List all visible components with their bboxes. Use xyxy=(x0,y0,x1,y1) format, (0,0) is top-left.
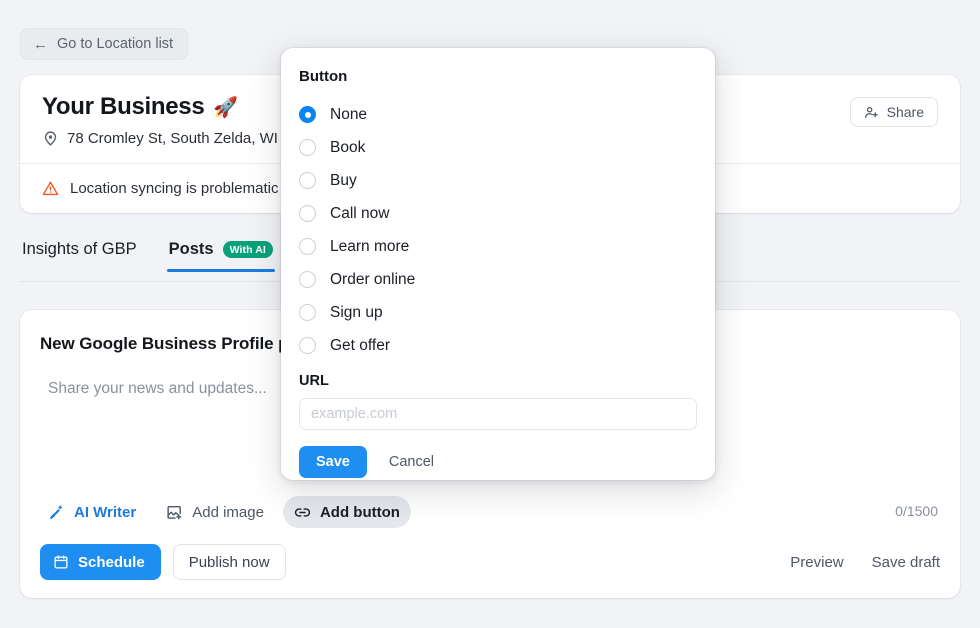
link-chain-icon xyxy=(294,507,311,517)
radio-option-book[interactable]: Book xyxy=(299,131,697,164)
radio-label: Order online xyxy=(330,270,416,288)
publish-now-button[interactable]: Publish now xyxy=(172,544,286,580)
radio-label: None xyxy=(330,105,368,123)
add-button-button[interactable]: Add button xyxy=(282,496,411,528)
ai-writer-button[interactable]: AI Writer xyxy=(40,496,147,528)
radio-option-learn-more[interactable]: Learn more xyxy=(299,230,697,263)
radio-indicator xyxy=(299,106,316,123)
add-image-button[interactable]: Add image xyxy=(155,496,275,528)
back-button-label: Go to Location list xyxy=(57,36,174,52)
map-pin-icon xyxy=(44,131,57,146)
image-plus-icon xyxy=(167,505,182,519)
url-input[interactable] xyxy=(299,398,697,430)
go-to-location-list-button[interactable]: ← Go to Location list xyxy=(20,28,189,60)
popover-title: Button xyxy=(299,68,348,85)
radio-indicator xyxy=(299,337,316,354)
popover-actions: Save Cancel xyxy=(299,446,697,478)
url-field-label: URL xyxy=(299,373,329,389)
radio-indicator xyxy=(299,205,316,222)
tab-insights-of-gbp[interactable]: Insights of GBP xyxy=(20,240,139,271)
radio-indicator xyxy=(299,139,316,156)
add-button-label: Add button xyxy=(319,503,400,521)
radio-label: Book xyxy=(330,138,366,156)
tab-posts[interactable]: Posts With AI xyxy=(166,240,276,272)
ai-writer-label: AI Writer xyxy=(74,503,137,521)
radio-indicator xyxy=(299,238,316,255)
radio-option-none[interactable]: None xyxy=(299,98,697,131)
schedule-button[interactable]: Schedule xyxy=(40,544,161,580)
radio-label: Get offer xyxy=(330,336,391,354)
post-footer-right: Preview Save draft xyxy=(790,554,940,571)
radio-option-get-offer[interactable]: Get offer xyxy=(299,329,697,362)
with-ai-badge: With AI xyxy=(222,241,273,258)
radio-option-sign-up[interactable]: Sign up xyxy=(299,296,697,329)
magic-wand-icon xyxy=(50,505,63,519)
save-draft-button[interactable]: Save draft xyxy=(872,554,940,571)
radio-option-call-now[interactable]: Call now xyxy=(299,197,697,230)
warning-triangle-icon xyxy=(42,181,59,196)
save-button[interactable]: Save xyxy=(299,446,367,478)
arrow-left-icon: ← xyxy=(33,35,48,53)
tab-label: Insights of GBP xyxy=(22,240,137,258)
page-title: Your Business xyxy=(42,93,205,120)
person-add-icon xyxy=(864,106,878,118)
radio-option-buy[interactable]: Buy xyxy=(299,164,697,197)
add-image-label: Add image xyxy=(192,503,264,521)
calendar-icon xyxy=(54,555,68,569)
share-button[interactable]: Share xyxy=(849,97,938,127)
radio-label: Sign up xyxy=(330,303,383,321)
rocket-icon: 🚀 xyxy=(213,96,238,119)
schedule-label: Schedule xyxy=(78,553,145,571)
sync-warning-text: Location syncing is problematic xyxy=(70,180,279,197)
post-footer: Schedule Publish now Preview Save draft xyxy=(20,526,960,598)
radio-label: Learn more xyxy=(330,237,410,255)
radio-label: Call now xyxy=(330,204,390,222)
share-button-label: Share xyxy=(886,104,924,120)
button-settings-popover: Button None Book Buy Call now Learn more… xyxy=(281,48,715,480)
radio-label: Buy xyxy=(330,171,357,189)
tab-label: Posts xyxy=(168,240,214,258)
radio-indicator xyxy=(299,304,316,321)
cancel-button[interactable]: Cancel xyxy=(389,454,434,470)
radio-indicator xyxy=(299,271,316,288)
app-root: ← Go to Location list Your Business 🚀 78… xyxy=(0,0,980,628)
character-counter: 0/1500 xyxy=(895,503,938,519)
radio-indicator xyxy=(299,172,316,189)
preview-button[interactable]: Preview xyxy=(790,554,843,571)
radio-option-order-online[interactable]: Order online xyxy=(299,263,697,296)
business-address: 78 Cromley St, South Zelda, WI xyxy=(67,130,278,147)
